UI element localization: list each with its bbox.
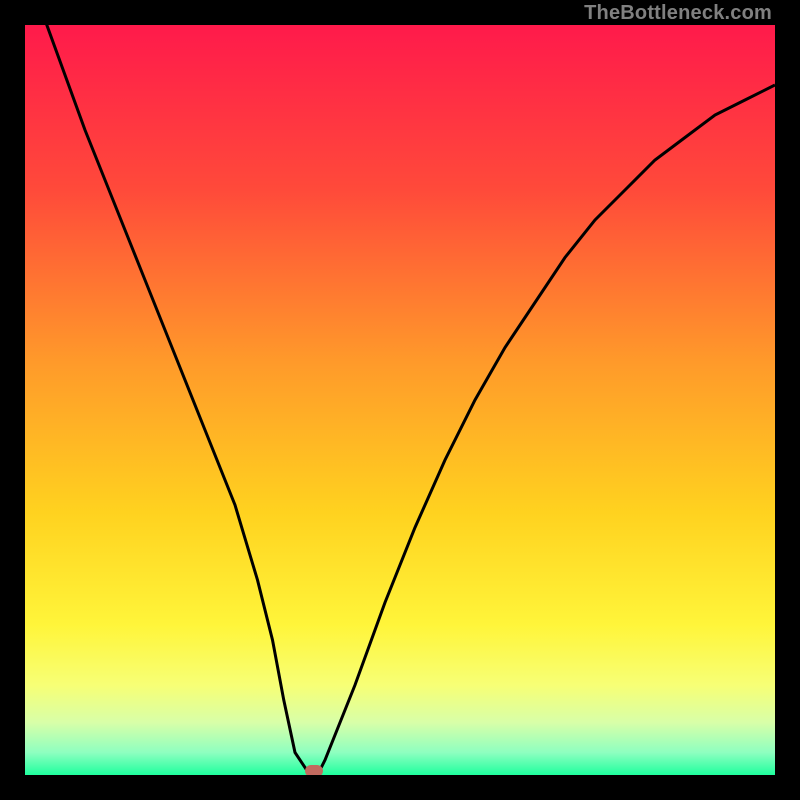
outer-frame: TheBottleneck.com xyxy=(0,0,800,800)
bottleneck-curve xyxy=(25,25,775,775)
plot-area xyxy=(25,25,775,775)
optimum-marker xyxy=(305,765,323,775)
watermark-text: TheBottleneck.com xyxy=(584,2,772,25)
curve-svg xyxy=(25,25,775,775)
